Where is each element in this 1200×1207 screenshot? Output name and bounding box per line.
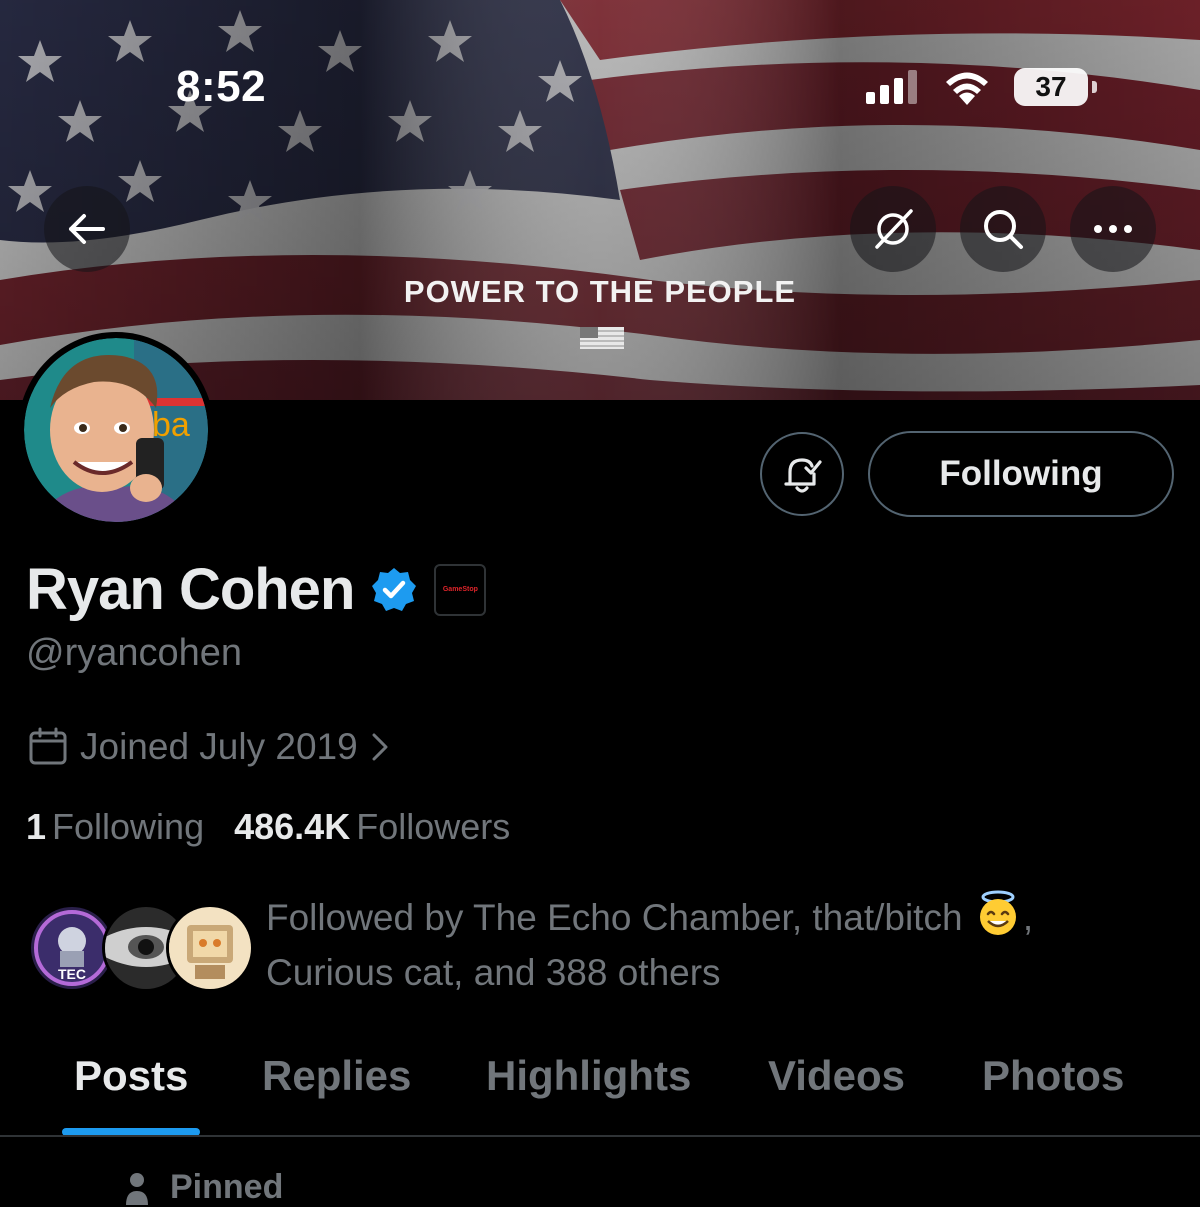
back-button[interactable]	[44, 186, 130, 272]
calendar-icon	[29, 727, 67, 765]
tab-photos[interactable]: Photos	[982, 1052, 1124, 1100]
tabs-divider	[0, 1135, 1200, 1137]
avatar-image: ba	[24, 338, 208, 522]
followers-label: Followers	[356, 806, 511, 847]
banner-caption: POWER TO THE PEOPLE	[403, 274, 797, 309]
joined-date-row[interactable]: Joined July 2019	[28, 726, 390, 768]
curious-cat-avatar-image	[169, 907, 251, 989]
back-arrow-icon	[69, 214, 105, 244]
followed-by-line1: Followed by The Echo Chamber, that/bitch	[266, 897, 963, 938]
followers-count: 486.4K	[234, 806, 351, 847]
tab-videos[interactable]: Videos	[768, 1052, 905, 1100]
follow-stats: 1 Following 486.4K Followers	[26, 806, 510, 848]
verified-check-icon[interactable]	[370, 566, 418, 614]
affiliate-badge-text: GameStop	[442, 586, 478, 593]
bell-check-icon	[784, 458, 822, 493]
tab-posts[interactable]: Posts	[74, 1052, 188, 1100]
mutual-avatar-curious-cat	[166, 904, 254, 992]
grok-icon	[875, 209, 913, 249]
chevron-right-icon	[372, 733, 388, 761]
following-button[interactable]: Following	[868, 431, 1174, 517]
following-count: 1	[26, 806, 47, 847]
tab-highlights[interactable]: Highlights	[486, 1052, 691, 1100]
pin-icon	[126, 1172, 148, 1205]
followed-by-text: Followed by The Echo Chamber, that/bitch…	[266, 890, 1166, 1000]
name-row: Ryan Cohen GameStop	[26, 556, 487, 623]
flag-emoji-icon	[580, 327, 624, 349]
search-button[interactable]	[960, 186, 1046, 272]
echo-chamber-avatar-image: TEC	[31, 907, 113, 989]
joined-date: Joined July 2019	[80, 726, 358, 767]
wifi-icon	[946, 72, 988, 105]
status-bar-icons: 37	[866, 68, 1097, 106]
battery-level: 37	[1035, 71, 1067, 102]
tab-replies[interactable]: Replies	[262, 1052, 411, 1100]
status-bar-time: 8:52	[176, 62, 267, 111]
pinned-label-row: Pinned	[120, 1168, 283, 1207]
followers-you-know[interactable]: TEC Followed by The Echo Chamber, that/b…	[26, 890, 1176, 1000]
search-icon	[984, 210, 1023, 249]
user-handle: @ryancohen	[26, 632, 243, 674]
followers-count-link[interactable]: 486.4K Followers	[234, 806, 510, 848]
profile-tabs: Posts Replies Highlights Videos Photos	[0, 1040, 1200, 1136]
notifications-bell-button[interactable]	[760, 432, 844, 516]
pinned-label: Pinned	[170, 1168, 284, 1206]
affiliate-badge[interactable]: GameStop	[434, 563, 487, 616]
more-icon	[1094, 225, 1132, 233]
following-count-link[interactable]: 1 Following	[26, 806, 204, 848]
mini-avatar-tec-label: TEC	[58, 966, 86, 982]
followed-by-line2: Curious cat, and 388 others	[266, 952, 721, 993]
followed-by-line1-end: ,	[1022, 897, 1034, 938]
cellular-signal-icon	[866, 70, 917, 104]
profile-banner[interactable]: 8:52 37 POWER TO THE PEOPLE	[0, 0, 1200, 400]
display-name: Ryan Cohen	[26, 557, 355, 622]
battery-indicator: 37	[1014, 68, 1097, 106]
profile-avatar[interactable]: ba	[18, 332, 214, 528]
smiling-face-with-halo-icon	[979, 890, 1016, 935]
more-options-button[interactable]	[1070, 186, 1156, 272]
following-label: Following	[52, 806, 205, 847]
grok-button[interactable]	[850, 186, 936, 272]
